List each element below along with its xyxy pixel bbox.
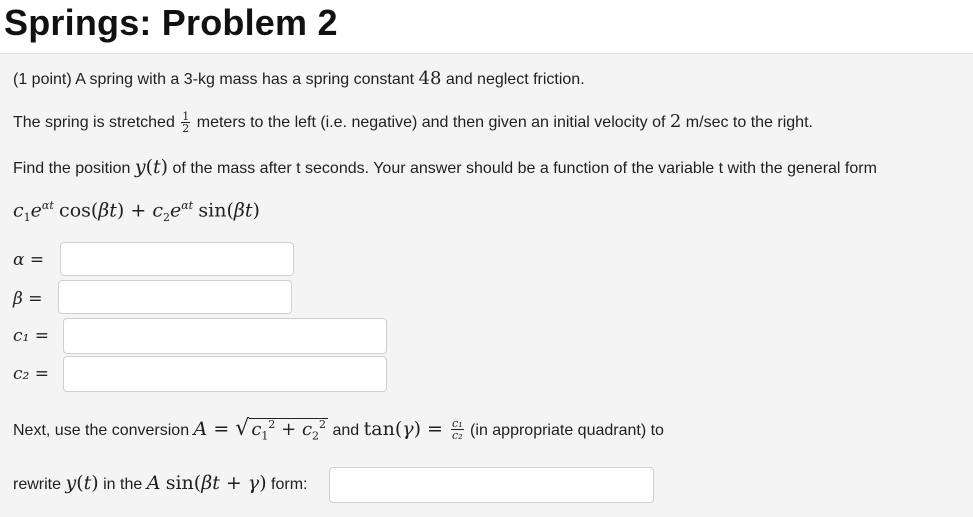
velocity-value: 2 [669, 111, 682, 132]
rewrite-pre: rewrite [13, 476, 66, 493]
problem-stretch: The spring is stretched 12 meters to the… [13, 111, 813, 134]
beta-label: β = [13, 289, 43, 309]
intro-tail: and neglect friction. [441, 71, 585, 88]
rewrite-post: form: [266, 476, 308, 493]
alpha-input[interactable] [60, 242, 294, 276]
amplitude-phase-form: A sin(βt + γ) [146, 472, 267, 494]
c2-input[interactable] [63, 356, 387, 392]
alpha-label: α = [13, 250, 45, 270]
c1-input[interactable] [63, 318, 387, 354]
beta-input[interactable] [58, 280, 292, 314]
problem-panel: (1 point) A spring with a 3-kg mass has … [0, 53, 973, 517]
conversion-and: and [328, 422, 364, 439]
find-pre: Find the position [13, 160, 135, 177]
c2-label: c₂ = [13, 364, 49, 384]
find-post: of the mass after t seconds. Your answer… [168, 160, 877, 177]
problem-find: Find the position y(t) of the mass after… [13, 156, 877, 179]
rewrite-answer-input[interactable] [329, 467, 654, 503]
conversion-line: Next, use the conversion A = √ c12 + c22 … [13, 416, 664, 443]
c1-label: c₁ = [13, 326, 49, 346]
rewrite-line: rewrite y(t) in the A sin(βt + γ) form: [13, 472, 308, 495]
general-form-formula: c1eαt cos(βt) + c2eαt sin(βt) [13, 199, 260, 225]
stretch-fraction: 12 [181, 111, 191, 136]
conversion-post: (in appropriate quadrant) to [465, 422, 664, 439]
amplitude-formula: A = √ c12 + c22 [193, 416, 329, 443]
rewrite-position-function: y(t) [65, 472, 99, 494]
intro-text: (1 point) A spring with a 3-kg mass has … [13, 71, 419, 88]
page-title: Springs: Problem 2 [4, 2, 338, 43]
rewrite-mid: in the [98, 476, 147, 493]
spring-constant: 48 [418, 68, 442, 89]
conversion-pre: Next, use the conversion [13, 422, 194, 439]
stretch-denominator: 2 [182, 122, 190, 136]
phase-formula: tan(γ) = c₁ c₂ [363, 417, 464, 443]
velocity-post: m/sec to the right. [681, 114, 813, 131]
problem-intro: (1 point) A spring with a 3-kg mass has … [13, 68, 585, 89]
title-bar: Springs: Problem 2 [0, 0, 412, 54]
stretch-post: meters to the left (i.e. negative) and t… [192, 114, 670, 131]
position-function: y(t) [134, 156, 169, 178]
stretch-pre: The spring is stretched [13, 114, 180, 131]
